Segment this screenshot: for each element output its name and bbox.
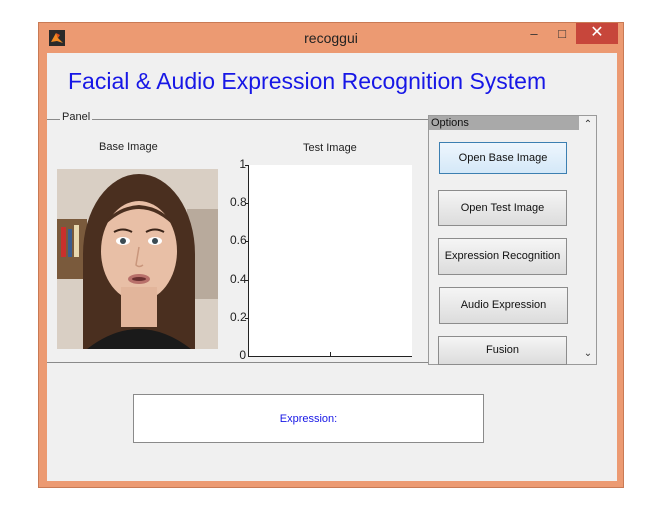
button-label: Expression Recognition <box>444 250 561 262</box>
panel-border-bottom <box>47 362 465 363</box>
base-image-label: Base Image <box>99 141 158 153</box>
panel-border-top <box>47 119 465 120</box>
y-tick-label: 0.2 <box>230 310 247 324</box>
scroll-down-icon[interactable]: ⌄ <box>580 348 596 359</box>
y-tick <box>245 241 249 242</box>
maximize-button[interactable]: □ <box>549 25 575 45</box>
open-test-image-button[interactable]: Open Test Image <box>438 190 567 226</box>
expression-recognition-button[interactable]: Expression Recognition <box>438 238 567 275</box>
title-bar[interactable]: recoggui – □ ✕ <box>39 23 623 53</box>
y-tick <box>245 203 249 204</box>
y-tick <box>245 280 249 281</box>
button-label: Audio Expression <box>460 299 547 311</box>
fusion-button[interactable]: Fusion <box>438 336 567 365</box>
options-title: Options <box>429 116 579 130</box>
button-label: Open Base Image <box>458 152 548 164</box>
y-tick-label: 0.6 <box>230 233 247 247</box>
y-tick <box>245 318 249 319</box>
button-label: Open Test Image <box>460 202 545 214</box>
app-window: recoggui – □ ✕ Facial & Audio Expression… <box>38 22 624 488</box>
scroll-up-icon[interactable]: ⌃ <box>580 119 596 130</box>
y-tick-label: 0 <box>239 348 246 362</box>
button-label: Fusion <box>485 344 520 356</box>
y-tick <box>245 165 249 166</box>
open-base-image-button[interactable]: Open Base Image <box>439 142 567 174</box>
figure-client-area: Facial & Audio Expression Recognition Sy… <box>47 53 617 481</box>
close-button[interactable]: ✕ <box>576 23 618 44</box>
test-image-label: Test Image <box>303 142 357 154</box>
y-tick-label: 0.8 <box>230 195 247 209</box>
y-tick-label: 1 <box>239 157 246 171</box>
base-image-photo <box>57 169 218 349</box>
page-title: Facial & Audio Expression Recognition Sy… <box>68 68 547 94</box>
x-tick <box>330 352 331 356</box>
test-image-axes[interactable] <box>245 165 412 357</box>
y-tick-label: 0.4 <box>230 272 247 286</box>
minimize-button[interactable]: – <box>521 25 547 45</box>
options-panel: Options ⌃ ⌄ Open Base Image Open Test Im… <box>428 115 597 365</box>
options-scrollbar[interactable]: ⌃ ⌄ <box>580 116 596 364</box>
audio-expression-button[interactable]: Audio Expression <box>439 287 568 324</box>
panel-label: Panel <box>60 111 93 123</box>
expression-label: Expression: <box>279 413 338 425</box>
expression-result-box: Expression: <box>133 394 484 443</box>
